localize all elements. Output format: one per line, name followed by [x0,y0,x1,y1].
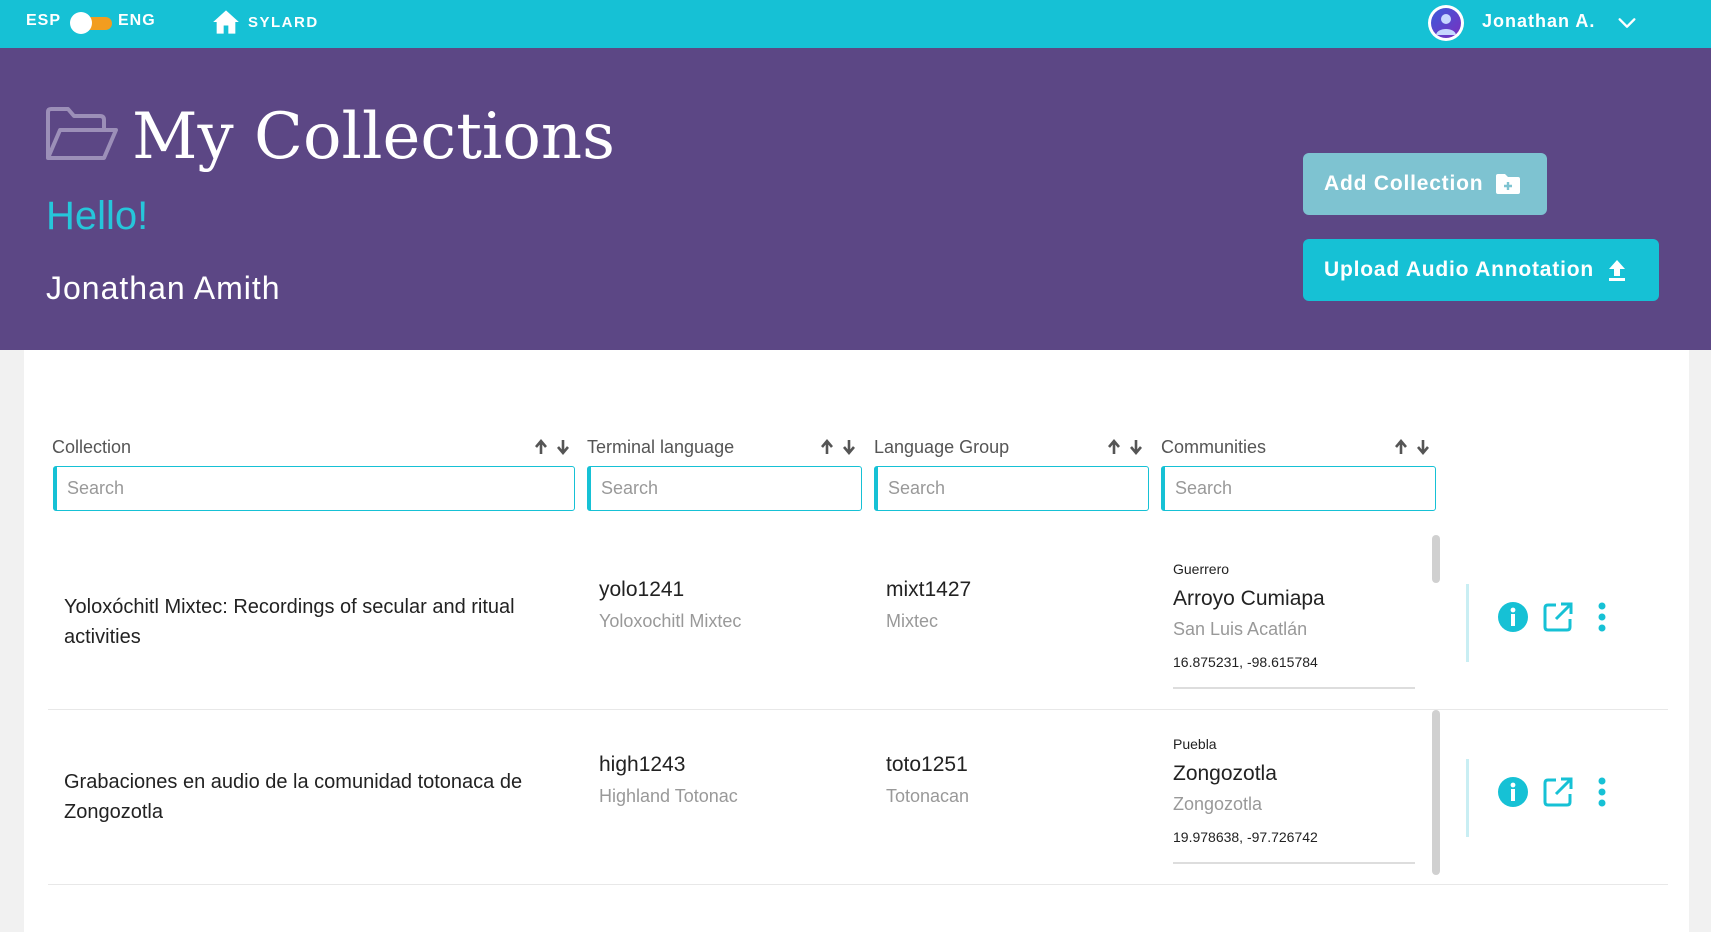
open-external-icon[interactable] [1542,601,1574,633]
sort-arrows-icon[interactable] [532,438,572,456]
language-group-code: mixt1427 [886,578,972,601]
search-terminal-language-input[interactable] [587,466,862,511]
community-name: Zongozotla [1173,762,1277,785]
sort-arrows-icon[interactable] [1105,438,1145,456]
upload-icon [1608,260,1625,281]
community-coordinates: 19.978638, -97.726742 [1173,829,1318,845]
search-communities-input[interactable] [1161,466,1436,511]
user-avatar-icon[interactable] [1428,5,1464,41]
community-coordinates: 16.875231, -98.615784 [1173,654,1318,670]
add-collection-label: Add Collection [1324,172,1484,195]
upload-audio-annotation-label: Upload Audio Annotation [1324,258,1594,281]
top-bar: ESP ENG SYLARD Jonathan A. [0,0,1711,48]
more-vertical-icon[interactable] [1586,601,1618,633]
community-name: Arroyo Cumiapa [1173,587,1325,610]
lang-eng-label[interactable]: ENG [118,12,156,30]
sort-arrows-icon[interactable] [1392,438,1432,456]
toggle-knob [70,12,92,34]
row-separator [48,709,1668,710]
terminal-language-code: high1243 [599,753,686,776]
page-title: My Collections [132,100,615,174]
person-icon [1436,14,1456,35]
terminal-language-name: Highland Totonac [599,786,738,806]
communities-scrollbar[interactable] [1432,535,1440,583]
info-icon[interactable] [1497,601,1529,633]
info-icon[interactable] [1497,776,1529,808]
column-header-language-group: Language Group [874,437,1010,457]
communities-scrollbar[interactable] [1432,710,1440,875]
upload-audio-annotation-button[interactable]: Upload Audio Annotation [1303,239,1659,301]
column-header-terminal-language: Terminal language [587,437,735,457]
more-vertical-icon[interactable] [1586,776,1618,808]
terminal-language-code: yolo1241 [599,578,685,601]
chevron-down-icon[interactable] [1616,12,1638,34]
language-group-name: Totonacan [886,786,970,806]
lang-esp-label[interactable]: ESP [26,12,61,30]
page-header: My Collections Hello! Jonathan Amith Add… [0,48,1711,350]
column-header-communities: Communities [1161,437,1267,457]
actions-divider [1466,759,1469,837]
collection-name[interactable]: Yoloxóchitl Mixtec: Recordings of secula… [64,592,554,652]
user-full-name: Jonathan Amith [46,270,281,306]
folder-plus-icon [1496,174,1521,194]
search-language-group-input[interactable] [874,466,1149,511]
open-external-icon[interactable] [1542,776,1574,808]
sort-arrows-icon[interactable] [818,438,858,456]
home-icon[interactable] [212,8,240,36]
terminal-language-name: Yoloxochitl Mixtec [599,611,742,631]
community-divider [1173,862,1415,864]
language-toggle[interactable] [70,12,114,34]
community-divider [1173,687,1415,689]
community-region: Guerrero [1173,561,1230,577]
add-collection-button[interactable]: Add Collection [1303,153,1547,215]
actions-divider [1466,584,1469,662]
community-region: Puebla [1173,736,1217,752]
row-separator [48,884,1668,885]
language-group-code: toto1251 [886,753,968,776]
user-menu-name[interactable]: Jonathan A. [1482,11,1595,32]
column-header-collection: Collection [52,437,132,457]
folder-open-icon [46,107,118,160]
greeting: Hello! [46,194,149,238]
language-group-name: Mixtec [886,611,939,631]
search-collection-input[interactable] [53,466,575,511]
community-municipality: San Luis Acatlán [1173,619,1308,639]
collection-name[interactable]: Grabaciones en audio de la comunidad tot… [64,767,554,827]
brand-link[interactable]: SYLARD [248,14,319,31]
community-municipality: Zongozotla [1173,794,1263,814]
